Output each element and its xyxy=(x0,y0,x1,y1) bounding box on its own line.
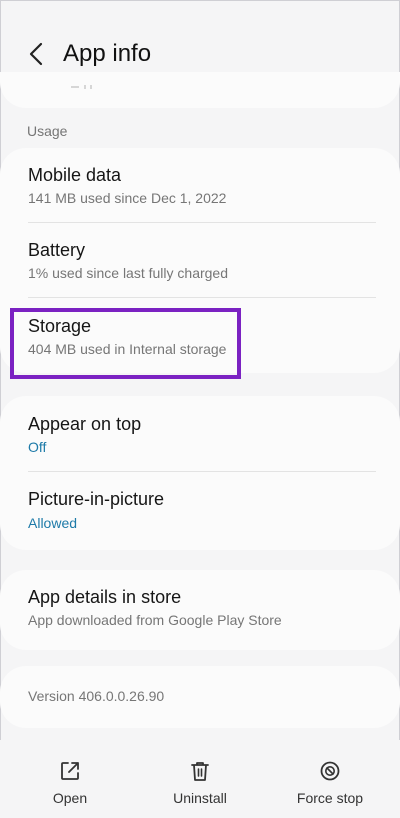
store-card: App details in store App downloaded from… xyxy=(0,570,400,650)
item-title: Picture-in-picture xyxy=(28,489,165,509)
page-title: App info xyxy=(63,40,152,67)
version-card: Version 406.0.0.26.90 xyxy=(0,666,400,728)
list-item-app-details-in-store[interactable]: App details in store App downloaded from… xyxy=(0,570,400,650)
list-item-mobile-data[interactable]: Mobile data 141 MB used since Dec 1, 202… xyxy=(0,148,400,222)
force-stop-icon xyxy=(320,761,340,781)
version-text: Version 406.0.0.26.90 xyxy=(28,688,165,704)
item-title: Appear on top xyxy=(28,414,142,434)
trash-icon xyxy=(191,762,209,781)
open-external-icon xyxy=(61,762,79,780)
item-title: Battery xyxy=(28,240,86,260)
bottom-action-bar: Open Uninstall Force stop xyxy=(0,740,400,818)
open-button[interactable]: Open xyxy=(10,740,130,818)
list-item-storage[interactable]: Storage 404 MB used in Internal storage xyxy=(0,298,400,373)
usage-card: Mobile data 141 MB used since Dec 1, 202… xyxy=(0,148,400,373)
scrolled-card-remnant xyxy=(0,72,400,108)
back-button[interactable] xyxy=(20,36,52,72)
force-stop-button[interactable]: Force stop xyxy=(270,740,390,818)
item-subtitle: 1% used since last fully charged xyxy=(28,265,228,281)
list-item-battery[interactable]: Battery 1% used since last fully charged xyxy=(0,223,400,297)
list-item-appear-on-top[interactable]: Appear on top Off xyxy=(0,396,400,472)
item-title: Storage xyxy=(28,316,92,336)
partial-content-glyph xyxy=(70,82,92,89)
item-title: Mobile data xyxy=(28,165,122,185)
item-subtitle: App downloaded from Google Play Store xyxy=(28,612,282,628)
list-item-picture-in-picture[interactable]: Picture-in-picture Allowed xyxy=(0,472,400,550)
item-status: Off xyxy=(28,439,47,455)
item-title: App details in store xyxy=(28,587,182,607)
uninstall-button[interactable]: Uninstall xyxy=(140,740,260,818)
item-status: Allowed xyxy=(28,515,78,531)
chevron-left-icon xyxy=(29,42,43,66)
uninstall-label: Uninstall xyxy=(173,790,227,806)
permissions-card: Appear on top Off Picture-in-picture All… xyxy=(0,396,400,550)
item-subtitle: 404 MB used in Internal storage xyxy=(28,341,227,357)
section-label-usage: Usage xyxy=(27,123,68,139)
force-stop-label: Force stop xyxy=(296,790,364,806)
open-label: Open xyxy=(52,790,88,806)
item-subtitle: 141 MB used since Dec 1, 2022 xyxy=(28,190,227,206)
